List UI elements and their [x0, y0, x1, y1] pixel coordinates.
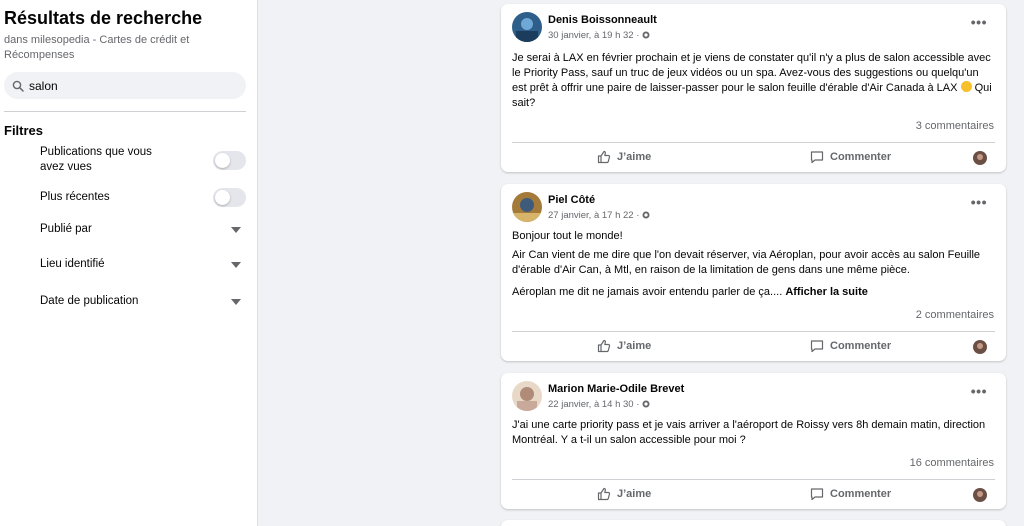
filter-posted-by[interactable]: Publié par [40, 222, 246, 237]
post-text-paragraph: Aéroplan me dit ne jamais avoir entendu … [512, 286, 868, 298]
post-card: Piel Côté 27 janvier, à 17 h 22 · ••• Bo… [501, 184, 1006, 361]
filter-label: Date de publication [40, 295, 139, 307]
post-text: Je serai à LAX en février prochain et je… [512, 52, 992, 109]
post-divider [512, 479, 995, 480]
post-header: Marion Marie-Odile Brevet 22 janvier, à … [512, 381, 684, 411]
post-text-paragraph: Bonjour tout le monde! [512, 230, 623, 242]
comment-button[interactable]: Commenter [810, 339, 891, 353]
search-input[interactable] [29, 78, 229, 93]
sidebar-subtitle: dans milesopedia - Cartes de crédit et R… [4, 34, 190, 61]
thumbs-up-icon [597, 339, 611, 353]
comment-icon [810, 151, 824, 164]
avatar[interactable] [512, 381, 542, 411]
post-card: Marion Marie-Odile Brevet 22 janvier, à … [501, 373, 1006, 509]
post-header: Denis Boissonneault 30 janvier, à 19 h 3… [512, 12, 657, 42]
comment-label: Commenter [830, 340, 892, 352]
post-author[interactable]: Denis Boissonneault [548, 13, 657, 27]
filter-seen-posts[interactable]: Publications que vous avez vues [40, 145, 246, 175]
comment-label: Commenter [830, 488, 892, 500]
comment-button[interactable]: Commenter [810, 487, 891, 501]
like-button[interactable]: J’aime [597, 487, 651, 501]
search-sidebar: Résultats de recherche dans milesopedia … [0, 0, 258, 526]
post-text-paragraph: Air Can vient de me dire que l'on devait… [512, 249, 981, 276]
thumbs-up-icon [597, 487, 611, 501]
like-label: J’aime [617, 151, 652, 163]
filter-label: Lieu identifié [40, 258, 105, 270]
search-box[interactable] [4, 72, 246, 99]
filter-label: Publié par [40, 223, 92, 235]
filter-tagged-location[interactable]: Lieu identifié [40, 257, 246, 272]
like-label: J’aime [617, 340, 652, 352]
like-button[interactable]: J’aime [597, 339, 651, 353]
sidebar-divider [4, 111, 246, 112]
comment-label: Commenter [830, 151, 892, 163]
post-card: Denis Boissonneault 30 janvier, à 19 h 3… [501, 4, 1006, 172]
globe-icon [642, 400, 650, 408]
more-options-icon[interactable]: ••• [971, 194, 987, 210]
chevron-down-icon[interactable] [231, 226, 241, 233]
post-date[interactable]: 27 janvier, à 17 h 22 · [548, 209, 639, 222]
more-options-icon[interactable]: ••• [971, 383, 987, 399]
post-card [501, 520, 1006, 526]
chevron-down-icon[interactable] [231, 298, 241, 305]
post-date[interactable]: 30 janvier, à 19 h 32 · [548, 29, 639, 42]
like-label: J’aime [617, 488, 652, 500]
post-author[interactable]: Marion Marie-Odile Brevet [548, 382, 684, 396]
sidebar-title: Résultats de recherche [4, 8, 203, 28]
globe-icon [642, 211, 650, 219]
comments-count[interactable]: 16 commentaires [910, 457, 994, 469]
filters-heading: Filtres [4, 123, 44, 138]
filter-label: Plus récentes [40, 191, 110, 203]
comments-count[interactable]: 3 commentaires [916, 120, 994, 132]
search-icon [12, 80, 24, 92]
seen-posts-toggle[interactable] [213, 150, 246, 170]
post-text: J'ai une carte priority pass et je vais … [512, 419, 986, 446]
comment-icon [810, 340, 824, 353]
post-divider [512, 331, 995, 332]
comment-icon [810, 488, 824, 501]
avatar[interactable] [973, 151, 987, 165]
more-options-icon[interactable]: ••• [971, 14, 987, 30]
avatar[interactable] [512, 12, 542, 42]
filter-date-posted[interactable]: Date de publication [40, 294, 246, 309]
winking-face-emoji-icon [960, 81, 972, 92]
thumbs-up-icon [597, 150, 611, 164]
filter-recent-posts[interactable]: Plus récentes [40, 188, 246, 207]
avatar[interactable] [973, 488, 987, 502]
filter-label: Publications que vous avez vues [40, 146, 152, 173]
post-date[interactable]: 22 janvier, à 14 h 30 · [548, 398, 639, 411]
avatar[interactable] [973, 340, 987, 354]
comments-count[interactable]: 2 commentaires [916, 309, 994, 321]
avatar[interactable] [512, 192, 542, 222]
like-button[interactable]: J’aime [597, 150, 651, 164]
post-author[interactable]: Piel Côté [548, 193, 650, 207]
comment-button[interactable]: Commenter [810, 150, 891, 164]
globe-icon [642, 31, 650, 39]
post-header: Piel Côté 27 janvier, à 17 h 22 · [512, 192, 650, 222]
see-more-link[interactable]: Afficher la suite [785, 286, 868, 298]
chevron-down-icon[interactable] [231, 261, 241, 268]
post-divider [512, 142, 995, 143]
recent-posts-toggle[interactable] [213, 188, 246, 207]
